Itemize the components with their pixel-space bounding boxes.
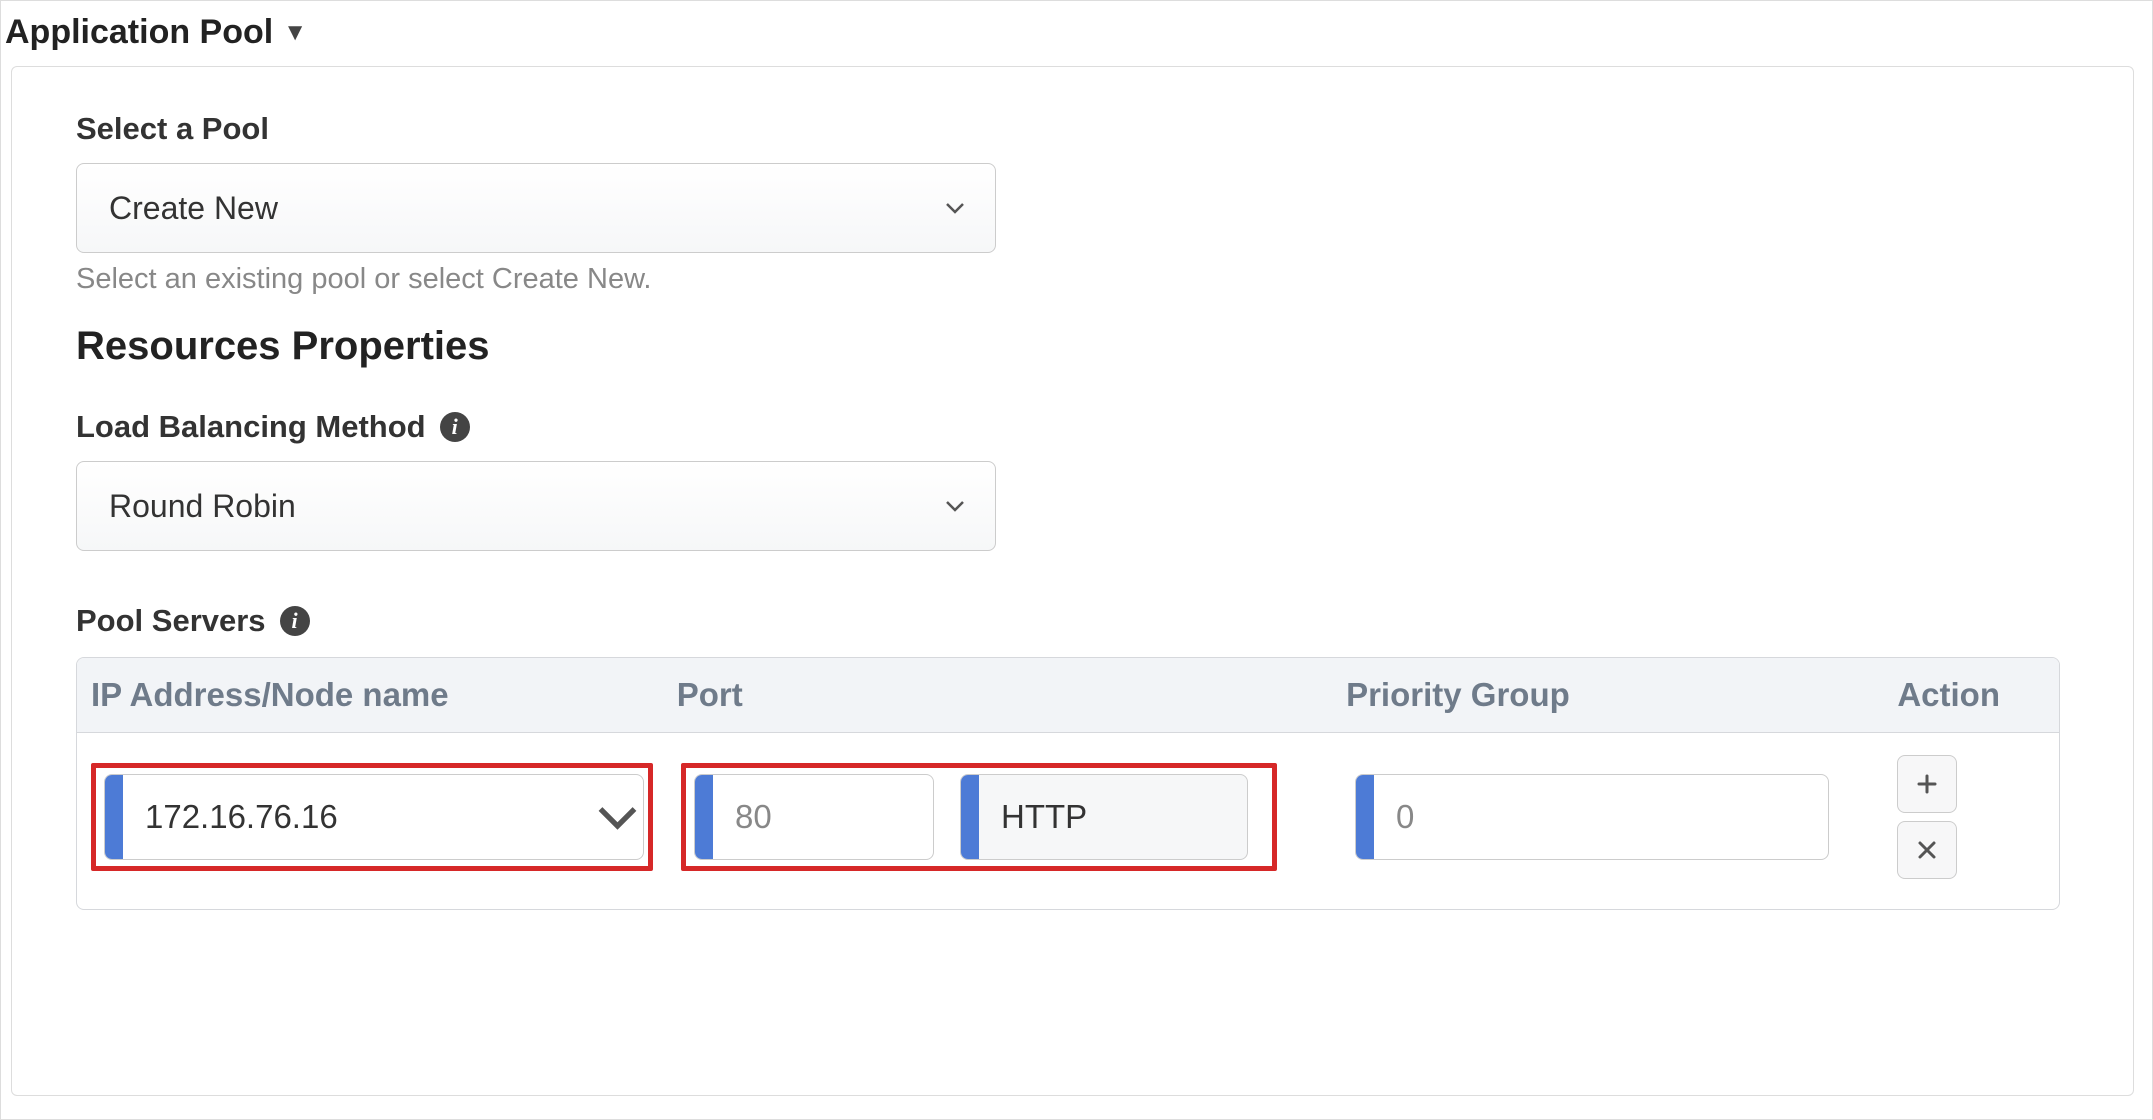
- select-pool-group: Select a Pool Create New Select an exist…: [76, 111, 2069, 296]
- load-balancing-label: Load Balancing Method i: [76, 409, 2069, 445]
- section-header[interactable]: Application Pool ▼: [1, 9, 2144, 66]
- ip-address-field[interactable]: [104, 774, 644, 860]
- port-input[interactable]: [713, 775, 934, 859]
- load-balancing-dropdown[interactable]: Round Robin: [76, 461, 996, 551]
- pool-servers-label: Pool Servers i: [76, 603, 2069, 639]
- pool-servers-label-text: Pool Servers: [76, 603, 266, 639]
- field-stripe: [105, 775, 123, 859]
- port-field[interactable]: [694, 774, 934, 860]
- select-pool-hint: Select an existing pool or select Create…: [76, 263, 2069, 296]
- protocol-value: [979, 775, 1248, 859]
- caret-down-icon[interactable]: ▼: [283, 19, 307, 47]
- priority-group-input[interactable]: [1374, 775, 1829, 859]
- ip-highlight: [91, 763, 653, 871]
- col-priority-header: Priority Group: [1346, 676, 1897, 714]
- chevron-down-icon[interactable]: [592, 775, 643, 859]
- info-icon[interactable]: i: [280, 606, 310, 636]
- load-balancing-group: Load Balancing Method i Round Robin: [76, 409, 2069, 551]
- table-header: IP Address/Node name Port Priority Group…: [77, 658, 2059, 733]
- add-row-button[interactable]: [1897, 755, 1957, 813]
- col-ip-header: IP Address/Node name: [91, 676, 677, 714]
- pool-servers-table: IP Address/Node name Port Priority Group…: [76, 657, 2060, 910]
- field-stripe: [1356, 775, 1374, 859]
- info-icon[interactable]: i: [440, 412, 470, 442]
- load-balancing-value: Round Robin: [109, 488, 296, 525]
- ip-address-input[interactable]: [123, 775, 592, 859]
- field-stripe: [961, 775, 979, 859]
- section-title: Application Pool: [5, 13, 273, 52]
- select-pool-label: Select a Pool: [76, 111, 2069, 147]
- chevron-down-icon: [943, 494, 967, 518]
- load-balancing-label-text: Load Balancing Method: [76, 409, 426, 445]
- select-pool-dropdown[interactable]: Create New: [76, 163, 996, 253]
- application-pool-panel: Select a Pool Create New Select an exist…: [11, 66, 2134, 1096]
- chevron-down-icon: [943, 196, 967, 220]
- col-port-header: Port: [677, 676, 1346, 714]
- resources-properties-heading: Resources Properties: [76, 324, 2069, 369]
- priority-group-field[interactable]: [1355, 774, 1829, 860]
- table-row: [77, 733, 2059, 909]
- remove-row-button[interactable]: [1897, 821, 1957, 879]
- field-stripe: [695, 775, 713, 859]
- port-highlight: [681, 763, 1277, 871]
- protocol-dropdown[interactable]: [960, 774, 1248, 860]
- select-pool-value: Create New: [109, 190, 278, 227]
- col-action-header: Action: [1897, 676, 2045, 714]
- action-buttons: [1897, 755, 1957, 879]
